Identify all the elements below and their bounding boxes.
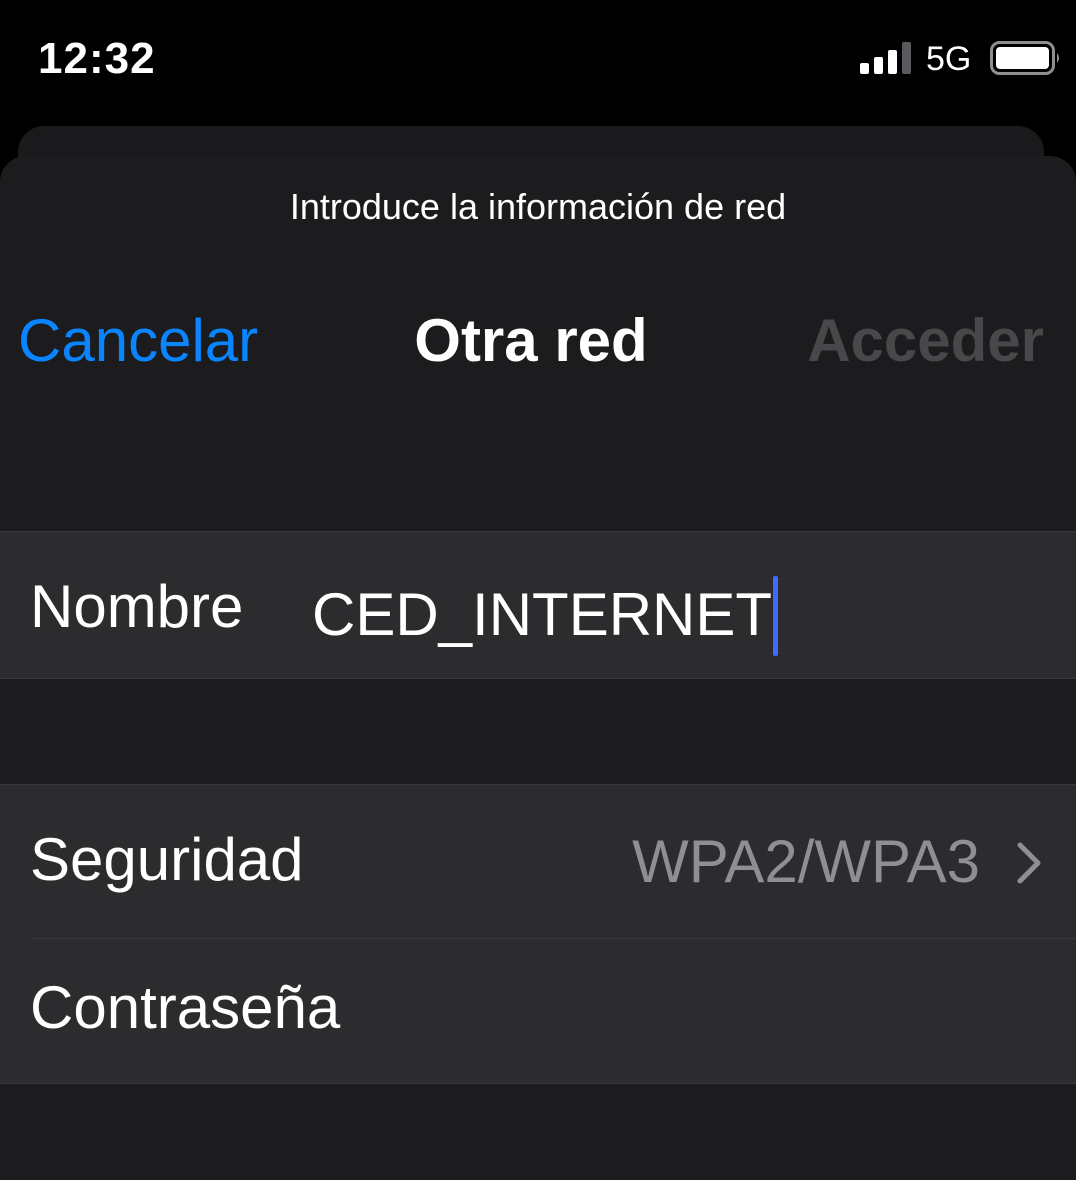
network-type-label: 5G [926,40,972,78]
screen: 12:32 5G Introduce la información de red… [0,0,1076,1180]
security-group: Seguridad WPA2/WPA3 Contraseña [0,784,1076,1084]
network-name-row[interactable]: Nombre CED_INTERNET [0,532,1076,680]
other-network-sheet: Introduce la información de red Cancelar… [0,156,1076,1180]
battery-icon [990,41,1059,75]
chevron-right-icon [1017,842,1041,884]
security-value: WPA2/WPA3 [632,828,980,895]
text-cursor [773,576,779,656]
status-time: 12:32 [38,34,156,83]
network-name-group: Nombre CED_INTERNET [0,531,1076,679]
sheet-prompt: Introduce la información de red [289,186,787,227]
status-bar: 12:32 5G [0,0,1076,120]
password-label: Contraseña [30,974,341,1041]
security-row[interactable]: Seguridad WPA2/WPA3 [0,785,1076,939]
join-button[interactable]: Acceder [807,306,1044,375]
password-row[interactable]: Contraseña [0,933,1076,1081]
cellular-signal-icon [860,42,911,74]
network-name-label: Nombre [30,573,244,640]
network-name-value: CED_INTERNET [312,580,773,648]
network-name-input[interactable]: CED_INTERNET [312,572,779,656]
security-label: Seguridad [30,826,304,893]
